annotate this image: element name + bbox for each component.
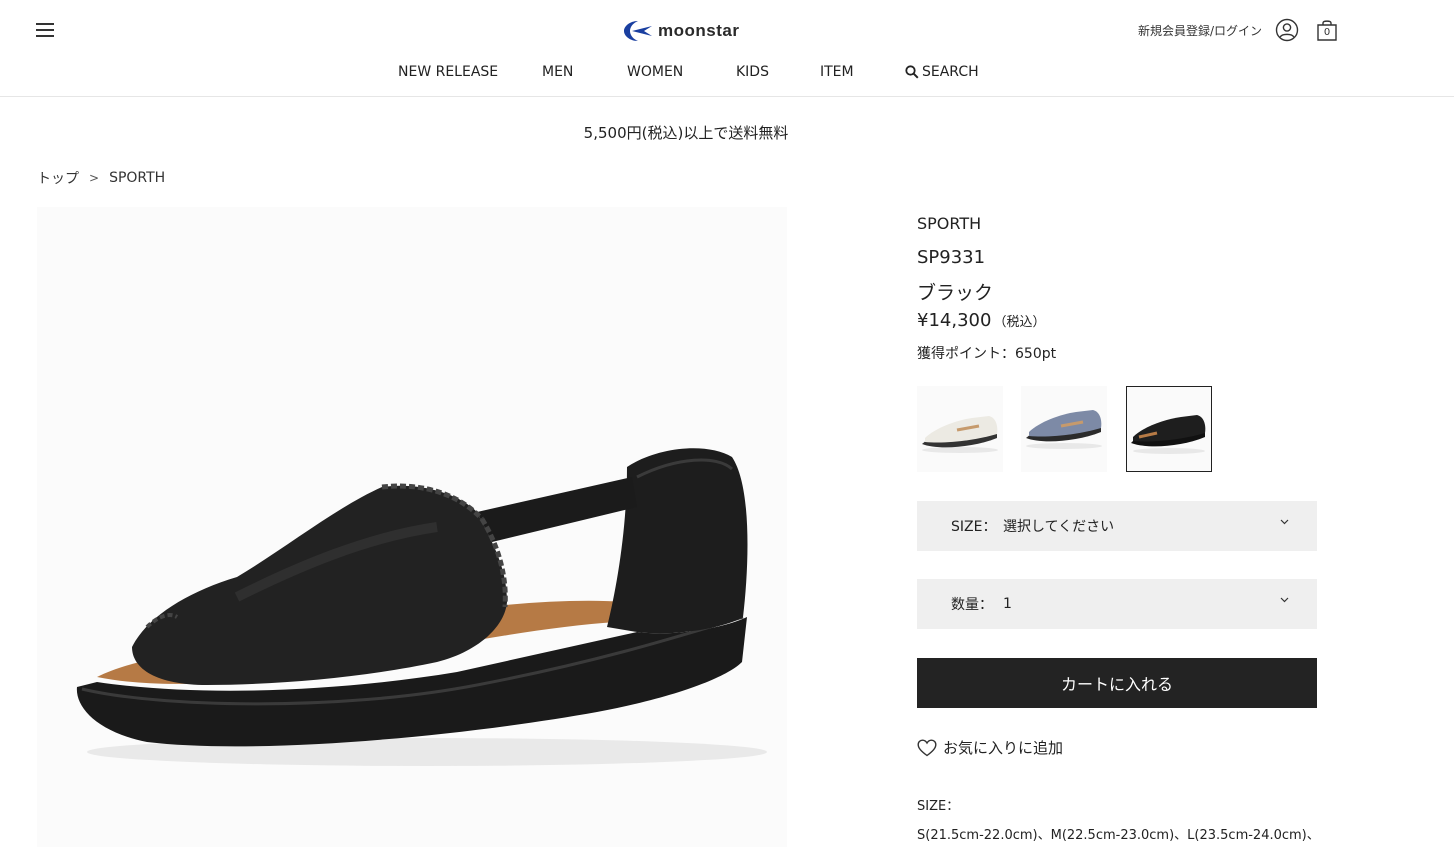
moonstar-logo-icon [624, 21, 652, 41]
breadcrumb-separator: > [89, 171, 100, 185]
product-price: ¥14,300 （税込） [917, 310, 1045, 331]
site-logo[interactable]: moonstar [622, 18, 739, 44]
product-brand[interactable]: SPORTH [917, 214, 981, 233]
quantity-select-value: 1 [1003, 596, 1012, 612]
quantity-select[interactable]: 数量： 1 [917, 579, 1317, 629]
price-tax-label: （税込） [993, 315, 1046, 330]
add-to-cart-button[interactable]: カートに入れる [917, 658, 1317, 708]
main-nav: NEW RELEASE MEN WOMEN KIDS ITEM SEARCH [0, 64, 1454, 84]
login-link[interactable]: 新規会員登録/ログイン [1138, 22, 1262, 39]
size-select[interactable]: SIZE： 選択してください [917, 501, 1317, 551]
size-info-title: SIZE： [917, 799, 960, 814]
site-header: moonstar 新規会員登録/ログイン 0 NEW RELEASE MEN W… [0, 0, 1454, 97]
add-to-favorites-link[interactable]: お気に入りに追加 [917, 737, 1063, 758]
product-color: ブラック [917, 282, 994, 304]
chevron-down-icon [1280, 597, 1289, 603]
favorite-label: お気に入りに追加 [943, 739, 1064, 757]
search-icon [905, 65, 919, 79]
nav-item-men[interactable]: MEN [542, 64, 573, 80]
nav-item-search[interactable]: SEARCH [905, 64, 979, 80]
cart-count: 0 [1323, 27, 1331, 38]
color-thumb-black[interactable] [1126, 386, 1212, 472]
breadcrumb-home[interactable]: トップ [37, 168, 79, 188]
user-icon[interactable] [1275, 18, 1299, 42]
product-points: 獲得ポイント：650pt [917, 346, 1057, 362]
nav-item-new-release[interactable]: NEW RELEASE [398, 64, 498, 80]
breadcrumb: トップ > SPORTH [37, 168, 165, 188]
white-sandal-thumb [922, 416, 998, 453]
color-thumb-blue-gray[interactable] [1021, 386, 1107, 472]
size-select-value: 選択してください [1003, 519, 1115, 535]
heart-icon [917, 738, 937, 756]
nav-item-kids[interactable]: KIDS [736, 64, 769, 80]
quantity-select-label: 数量： [951, 597, 993, 613]
breadcrumb-current: SPORTH [109, 170, 166, 186]
logo-text: moonstar [658, 21, 740, 40]
size-info-values: S(21.5cm-22.0cm)、M(22.5cm-23.0cm)、L(23.5… [917, 828, 1320, 843]
price-value: ¥14,300 [917, 310, 992, 331]
nav-item-women[interactable]: WOMEN [627, 64, 683, 80]
color-thumb-white[interactable] [917, 386, 1003, 472]
blue-gray-sandal-thumb [1026, 410, 1102, 449]
chevron-down-icon [1280, 519, 1289, 525]
product-code: SP9331 [917, 247, 986, 268]
menu-icon[interactable] [36, 22, 54, 38]
nav-search-label: SEARCH [922, 64, 979, 80]
free-shipping-banner: 5,500円(税込)以上で送料無料 [583, 124, 789, 142]
product-main-image[interactable] [37, 207, 787, 847]
size-select-label: SIZE： [951, 519, 997, 535]
nav-item-item[interactable]: ITEM [820, 64, 854, 80]
black-sandal-image [76, 448, 767, 766]
black-sandal-thumb [1131, 415, 1206, 454]
